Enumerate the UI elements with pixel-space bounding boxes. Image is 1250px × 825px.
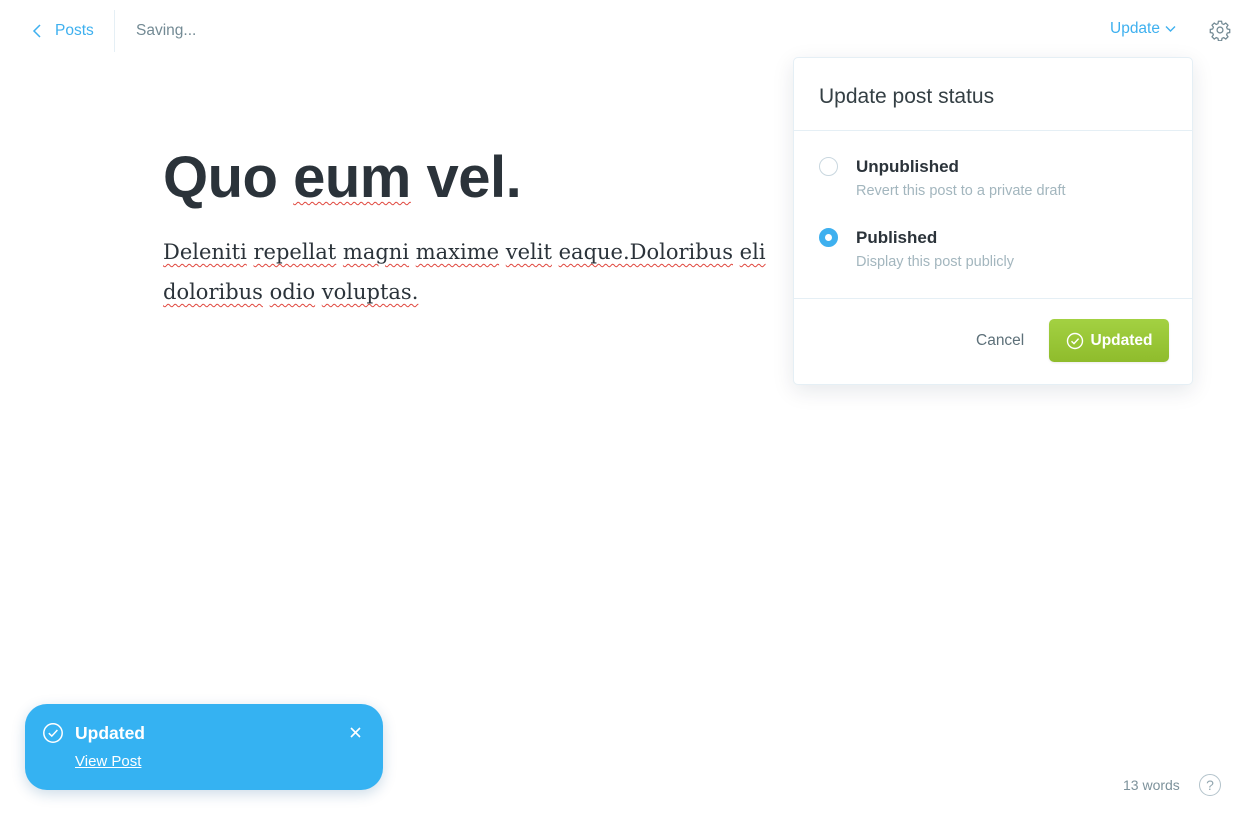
view-post-link[interactable]: View Post [75,753,141,770]
body-word: magni [342,240,410,264]
cancel-button[interactable]: Cancel [976,332,1024,350]
popover-divider [794,298,1192,299]
notification-title: Updated [75,723,145,743]
back-link-label: Posts [55,22,94,39]
close-icon [349,726,361,738]
settings-button[interactable] [1208,18,1232,42]
update-notification: Updated View Post [25,704,383,790]
body-word: repellat [253,240,337,264]
check-circle-icon [1066,332,1084,350]
body-word: voluptas. [321,280,419,304]
gear-icon [1209,19,1231,41]
status-option-published[interactable]: Published Display this post publicly [819,228,1169,284]
editor-header: Posts Saving... Update [0,0,1250,62]
back-to-posts-link[interactable]: Posts [30,19,94,43]
post-title[interactable]: Quo eum vel. [163,140,522,216]
popover-title: Update post status [819,85,995,108]
popover-divider [794,130,1192,131]
updated-button-label: Updated [1090,331,1153,349]
body-word: eli [739,240,766,264]
help-button[interactable]: ? [1199,774,1221,796]
option-label: Published [856,228,938,247]
title-word: eum [293,145,411,210]
title-word: vel. [426,145,522,210]
post-body-editor[interactable]: Deleniti repellat magni maxime velit eaq… [163,232,803,312]
header-divider [114,10,115,52]
updated-button[interactable]: Updated [1049,319,1169,362]
body-word: maxime [415,240,500,264]
status-option-unpublished[interactable]: Unpublished Revert this post to a privat… [819,157,1169,213]
option-description: Display this post publicly [856,254,1014,270]
publish-status-popover: Update post status Unpublished Revert th… [793,57,1193,385]
option-label: Unpublished [856,157,959,176]
published-radio[interactable] [819,228,838,247]
option-description: Revert this post to a private draft [856,183,1066,199]
word-count: 13 words [1123,777,1180,793]
close-notification-button[interactable] [347,724,363,740]
body-word: doloribus [163,280,263,304]
update-menu-label: Update [1110,20,1160,37]
body-word: velit [505,240,552,264]
chevron-down-icon [1165,25,1176,33]
body-word: Deleniti [163,240,247,264]
title-word: Quo [163,145,278,210]
body-word: eaque.Doloribus [558,240,733,264]
update-menu-button[interactable]: Update [1110,20,1176,38]
body-word: odio [269,280,316,304]
check-circle-icon [42,722,64,744]
save-status-text: Saving... [136,22,197,39]
unpublished-radio[interactable] [819,157,838,176]
chevron-left-icon [30,23,44,39]
